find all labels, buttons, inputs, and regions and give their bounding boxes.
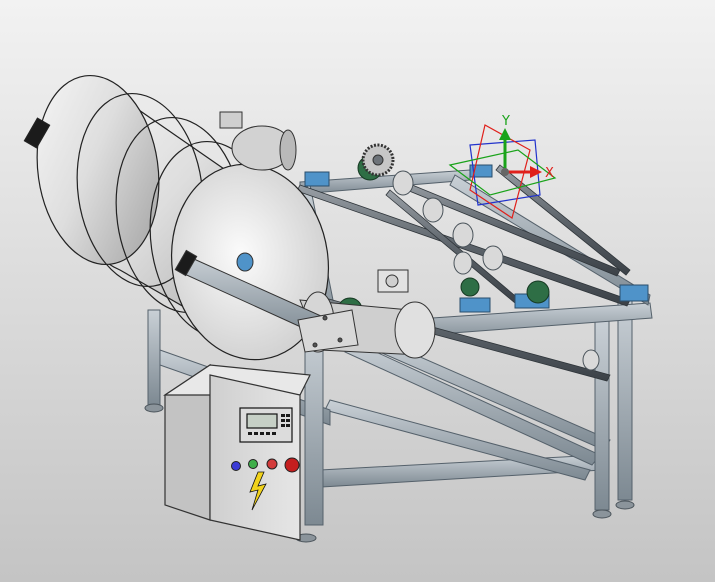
hmi-screen [246, 413, 278, 429]
control-box-front [209, 374, 301, 541]
bearing-block-1 [304, 171, 330, 187]
idler-roller-2 [422, 197, 444, 223]
blue-button [231, 461, 241, 471]
idler-roller-6 [582, 349, 600, 371]
foot-rear-left [144, 403, 164, 413]
green-button [248, 459, 258, 469]
rear-leg-left [147, 309, 161, 406]
triad-y-label: Y [501, 114, 510, 129]
idler-roller-1 [392, 170, 414, 196]
emergency-stop-button [284, 457, 300, 473]
front-leg-left [304, 329, 324, 526]
bearing-block-2 [619, 284, 649, 302]
machine-assembly-model: Y X [23, 74, 653, 543]
green-housing-2 [526, 280, 550, 304]
material-drum [23, 74, 330, 361]
triad-origin [501, 168, 509, 176]
small-gear-motor [377, 269, 409, 293]
foot-rear-right [592, 509, 612, 519]
idler-roller-5 [453, 251, 473, 275]
front-leg-right [617, 299, 633, 501]
foot-front-right [615, 500, 635, 510]
bearing-block-3 [459, 297, 491, 313]
red-button [266, 458, 278, 470]
triad-x-arrow [530, 166, 542, 178]
idler-roller-4 [482, 245, 504, 271]
triad-x-label: X [545, 166, 554, 181]
green-housing-4 [460, 277, 480, 297]
sprocket-gear [361, 143, 395, 177]
drive-motor [219, 111, 297, 171]
rear-leg-right [594, 319, 610, 511]
idler-roller-3 [452, 222, 474, 248]
cad-viewport[interactable]: Y X [0, 0, 715, 582]
electrical-control-box [163, 363, 311, 541]
